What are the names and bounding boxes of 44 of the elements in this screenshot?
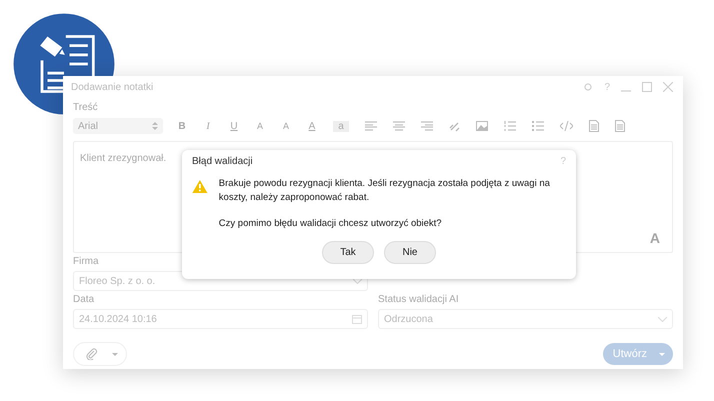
- help-button[interactable]: ?: [604, 82, 610, 92]
- date-field[interactable]: 24.10.2024 10:16: [73, 309, 368, 329]
- yes-button[interactable]: Tak: [322, 241, 374, 264]
- align-left-icon[interactable]: [365, 121, 377, 131]
- document-icon[interactable]: [589, 120, 599, 132]
- shrink-button[interactable]: A: [281, 121, 291, 131]
- field-label: Firma: [73, 256, 100, 268]
- font-glyph: A: [650, 230, 660, 246]
- image-icon[interactable]: [476, 121, 488, 131]
- numbered-list-icon[interactable]: [504, 121, 516, 131]
- calendar-icon: [352, 314, 362, 324]
- no-button[interactable]: Nie: [384, 241, 436, 264]
- field-label: Status walidacji AI: [378, 294, 460, 306]
- attachment-button[interactable]: [73, 342, 127, 366]
- bulleted-list-icon[interactable]: [532, 121, 544, 131]
- grow-button[interactable]: A: [255, 121, 265, 131]
- chevron-down-icon: [353, 278, 362, 284]
- dialog-title: Błąd walidacji: [192, 156, 253, 167]
- caret-icon: [112, 352, 118, 356]
- caret-icon: [659, 352, 665, 356]
- code-icon[interactable]: [560, 121, 573, 131]
- dialog-message: Brakuje powodu rezygnacji klienta. Jeśli rezygnacja została podjęta z uwagi na koszty, należy zaproponować rabat.: [218, 177, 551, 205]
- note-text: Klient zrezygnował.: [80, 153, 166, 164]
- align-right-icon[interactable]: [421, 121, 433, 131]
- document-icon[interactable]: [615, 120, 625, 132]
- paperclip-icon: [86, 348, 98, 360]
- font-select[interactable]: Arial: [73, 118, 163, 134]
- help-button[interactable]: ?: [560, 156, 566, 167]
- underline-button[interactable]: U: [229, 120, 239, 132]
- highlight-button[interactable]: a: [333, 120, 349, 132]
- spinner-icon: [152, 121, 158, 131]
- window-title: Dodawanie notatki: [71, 82, 154, 92]
- field-label: Data: [73, 294, 96, 306]
- align-center-icon[interactable]: [393, 121, 405, 131]
- create-button[interactable]: Utwórz: [602, 343, 673, 365]
- chevron-down-icon: [658, 316, 667, 322]
- bold-button[interactable]: B: [177, 120, 187, 132]
- close-icon[interactable]: [663, 82, 673, 92]
- italic-button[interactable]: I: [203, 120, 213, 132]
- dialog-question: Czy pomimo błędu walidacji chcesz utworzyć obiekt?: [218, 217, 443, 231]
- maximize-icon[interactable]: [642, 82, 652, 92]
- field-label: Treść: [73, 102, 99, 114]
- color-button[interactable]: A: [307, 120, 317, 132]
- select-field[interactable]: Odrzucona: [378, 309, 673, 329]
